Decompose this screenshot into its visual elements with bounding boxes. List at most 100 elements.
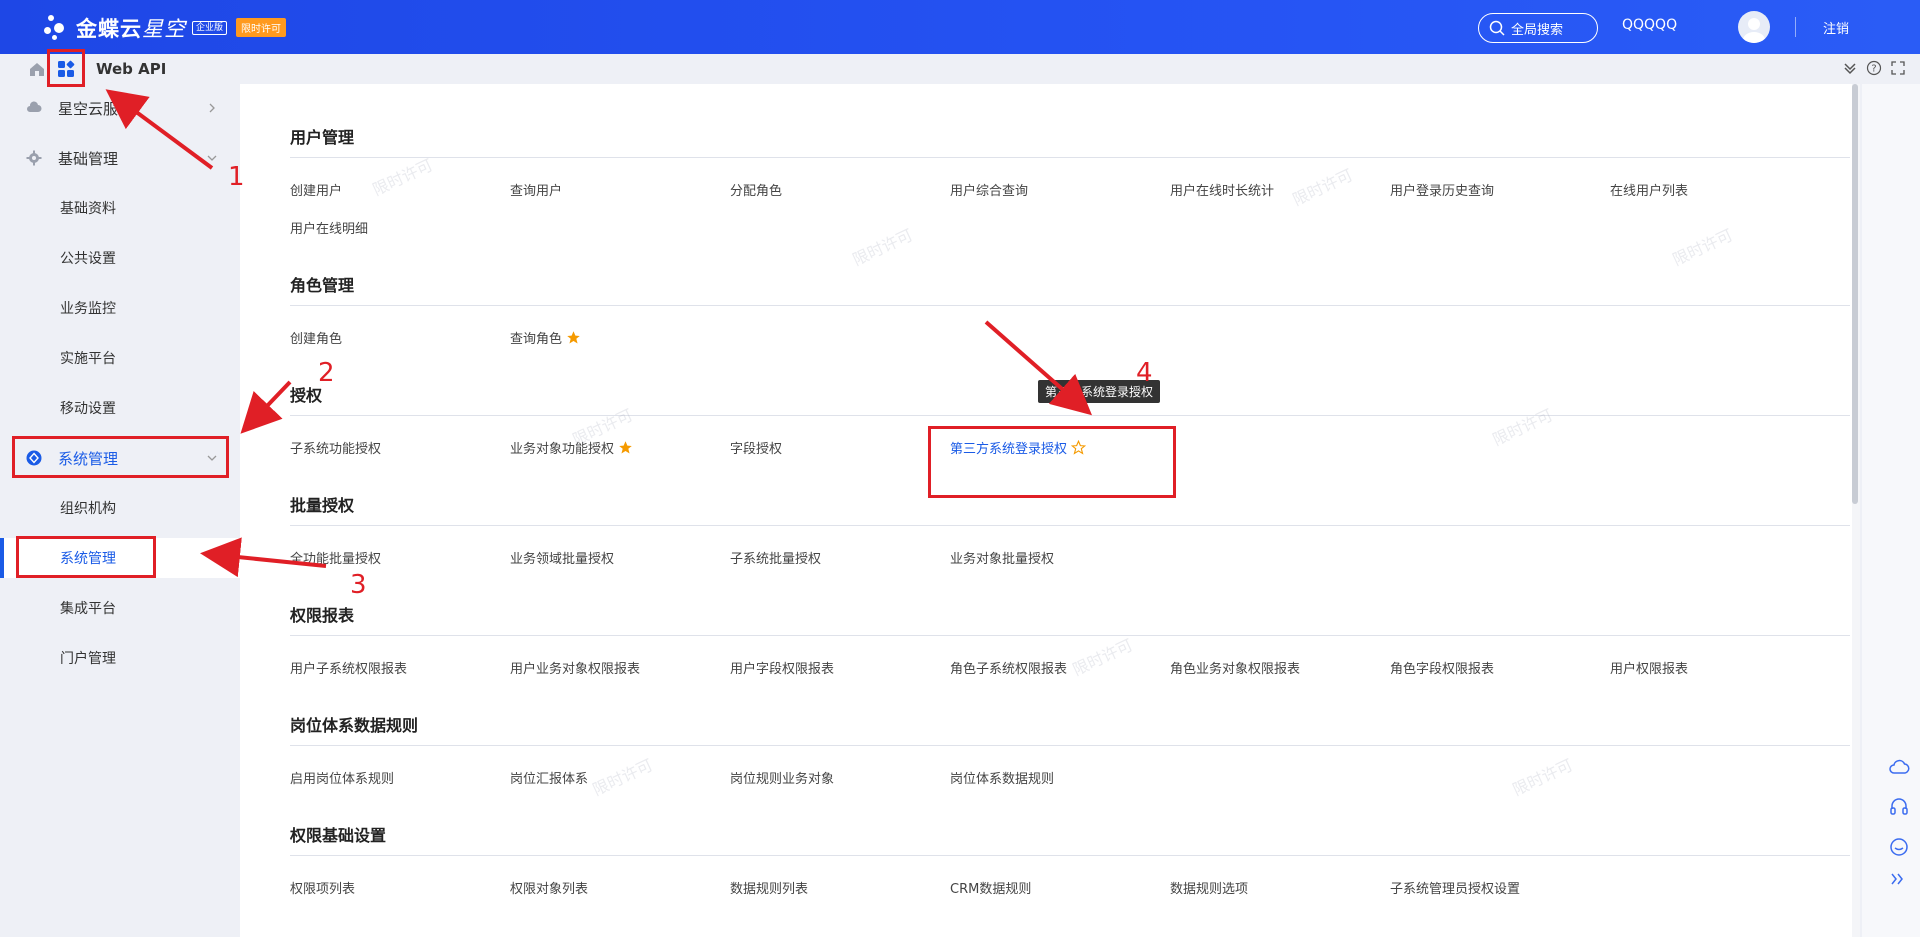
annotation-number: 1 — [228, 162, 245, 192]
section-title: 岗位体系数据规则 — [290, 716, 419, 735]
sidebar-item-mobile-settings[interactable]: 移动设置 — [0, 388, 240, 428]
link-query-user[interactable]: 查询用户 — [510, 180, 562, 199]
scrollbar-thumb[interactable] — [1852, 84, 1858, 504]
breadcrumb-tools: ? — [1842, 60, 1906, 76]
annotation-number: 3 — [350, 570, 367, 600]
sidebar-item-label: 星空云服务 — [58, 99, 134, 118]
star-filled-icon[interactable] — [618, 440, 633, 455]
sidebar: 星空云服务 基础管理 基础资料 公共设置 业务监控 实施平台 移动设置 系统管理… — [0, 84, 240, 937]
username[interactable]: QQQQQ — [1622, 17, 1677, 33]
link-subsystem-batch-auth[interactable]: 子系统批量授权 — [730, 548, 821, 567]
link-crm-data-rules[interactable]: CRM数据规则 — [950, 878, 1031, 897]
watermark: 限时许可 — [1509, 755, 1576, 800]
sidebar-item-public-settings[interactable]: 公共设置 — [0, 238, 240, 278]
collapse-down-icon[interactable] — [1842, 60, 1858, 76]
search-label: 全局搜索 — [1511, 22, 1564, 38]
section-divider — [290, 415, 1850, 416]
link-report-role-object[interactable]: 角色业务对象权限报表 — [1170, 658, 1300, 677]
logout-button[interactable]: 注销 — [1823, 18, 1849, 37]
section-title: 用户管理 — [290, 128, 355, 147]
link-create-user[interactable]: 创建用户 — [290, 180, 342, 199]
link-subsystem-auth[interactable]: 子系统功能授权 — [290, 438, 381, 457]
sidebar-item-cloud-service[interactable]: 星空云服务 — [0, 88, 240, 128]
link-query-role[interactable]: 查询角色 — [510, 328, 581, 347]
section-divider — [290, 635, 1850, 636]
edition-badge: 企业版 — [192, 21, 228, 35]
chevron-down-icon — [207, 155, 217, 161]
help-icon[interactable]: ? — [1866, 60, 1882, 76]
section-divider — [290, 157, 1850, 158]
watermark: 限时许可 — [1669, 225, 1736, 270]
link-full-batch-auth[interactable]: 全功能批量授权 — [290, 548, 381, 567]
link-position-rule-object[interactable]: 岗位规则业务对象 — [730, 768, 834, 787]
section-divider — [290, 745, 1850, 746]
link-assign-role[interactable]: 分配角色 — [730, 180, 782, 199]
sidebar-item-basic-management[interactable]: 基础管理 — [0, 138, 240, 178]
link-report-role-field[interactable]: 角色字段权限报表 — [1390, 658, 1494, 677]
double-chevron-right-icon[interactable] — [1888, 870, 1906, 888]
user-icon — [1743, 18, 1765, 43]
global-search-button[interactable]: 全局搜索 — [1478, 13, 1598, 43]
page-title: Web API — [96, 60, 167, 78]
section-title: 角色管理 — [290, 276, 355, 295]
link-report-user-field[interactable]: 用户字段权限报表 — [730, 658, 834, 677]
link-data-rule-options[interactable]: 数据规则选项 — [1170, 878, 1248, 897]
annotation-box-system-management — [12, 436, 229, 478]
watermark: 限时许可 — [1489, 405, 1556, 450]
link-object-batch-auth[interactable]: 业务对象批量授权 — [950, 548, 1054, 567]
sidebar-item-portal-management[interactable]: 门户管理 — [0, 638, 240, 678]
link-field-auth[interactable]: 字段授权 — [730, 438, 782, 457]
link-business-object-auth[interactable]: 业务对象功能授权 — [510, 438, 633, 457]
topbar-divider — [1795, 17, 1796, 37]
fullscreen-icon[interactable] — [1890, 60, 1906, 76]
cloud-outline-icon[interactable] — [1888, 756, 1910, 778]
logo-dots-icon — [42, 13, 72, 43]
main-content: 用户管理 创建用户 查询用户 分配角色 用户综合查询 用户在线时长统计 用户登录… — [240, 84, 1852, 937]
sidebar-item-label: 基础管理 — [58, 149, 119, 168]
link-create-role[interactable]: 创建角色 — [290, 328, 342, 347]
link-enable-position-rule[interactable]: 启用岗位体系规则 — [290, 768, 394, 787]
avatar[interactable] — [1738, 11, 1770, 43]
link-online-users[interactable]: 在线用户列表 — [1610, 180, 1688, 199]
link-position-data-rule[interactable]: 岗位体系数据规则 — [950, 768, 1054, 787]
link-permission-items[interactable]: 权限项列表 — [290, 878, 355, 897]
watermark: 限时许可 — [1069, 635, 1136, 680]
link-permission-objects[interactable]: 权限对象列表 — [510, 878, 588, 897]
annotation-box-third-party-auth — [928, 426, 1176, 498]
link-report-user-object[interactable]: 用户业务对象权限报表 — [510, 658, 640, 677]
chevron-right-icon — [209, 103, 215, 113]
link-online-detail[interactable]: 用户在线明细 — [290, 218, 368, 237]
section-divider — [290, 525, 1850, 526]
section-divider — [290, 855, 1850, 856]
annotation-box-app-icon — [47, 49, 85, 87]
headset-icon[interactable] — [1888, 796, 1910, 818]
gear-icon — [26, 150, 42, 166]
svg-text:?: ? — [1871, 64, 1876, 75]
home-icon[interactable] — [28, 60, 46, 78]
link-report-user-subsystem[interactable]: 用户子系统权限报表 — [290, 658, 407, 677]
link-user-query[interactable]: 用户综合查询 — [950, 180, 1028, 199]
watermark: 限时许可 — [1289, 165, 1356, 210]
logo-text: 金蝶云星空 — [76, 17, 186, 41]
kingdee-logo[interactable]: 金蝶云星空 企业版 — [42, 8, 228, 48]
annotation-number: 2 — [318, 358, 335, 388]
sidebar-item-organization[interactable]: 组织机构 — [0, 488, 240, 528]
link-report-user-permission[interactable]: 用户权限报表 — [1610, 658, 1688, 677]
link-domain-batch-auth[interactable]: 业务领域批量授权 — [510, 548, 614, 567]
link-position-report-system[interactable]: 岗位汇报体系 — [510, 768, 588, 787]
sidebar-item-integration-platform[interactable]: 集成平台 — [0, 588, 240, 628]
chat-icon[interactable] — [1888, 836, 1910, 858]
link-report-role-subsystem[interactable]: 角色子系统权限报表 — [950, 658, 1067, 677]
link-online-duration[interactable]: 用户在线时长统计 — [1170, 180, 1274, 199]
annotation-number: 4 — [1136, 358, 1153, 388]
section-title: 批量授权 — [290, 496, 355, 515]
link-data-rules[interactable]: 数据规则列表 — [730, 878, 808, 897]
star-filled-icon[interactable] — [566, 330, 581, 345]
watermark: 限时许可 — [849, 225, 916, 270]
sidebar-item-implementation-platform[interactable]: 实施平台 — [0, 338, 240, 378]
sidebar-item-basic-data[interactable]: 基础资料 — [0, 188, 240, 228]
section-title: 权限报表 — [290, 606, 355, 625]
sidebar-item-business-monitor[interactable]: 业务监控 — [0, 288, 240, 328]
link-login-history[interactable]: 用户登录历史查询 — [1390, 180, 1494, 199]
link-subsystem-admin-auth[interactable]: 子系统管理员授权设置 — [1390, 878, 1520, 897]
